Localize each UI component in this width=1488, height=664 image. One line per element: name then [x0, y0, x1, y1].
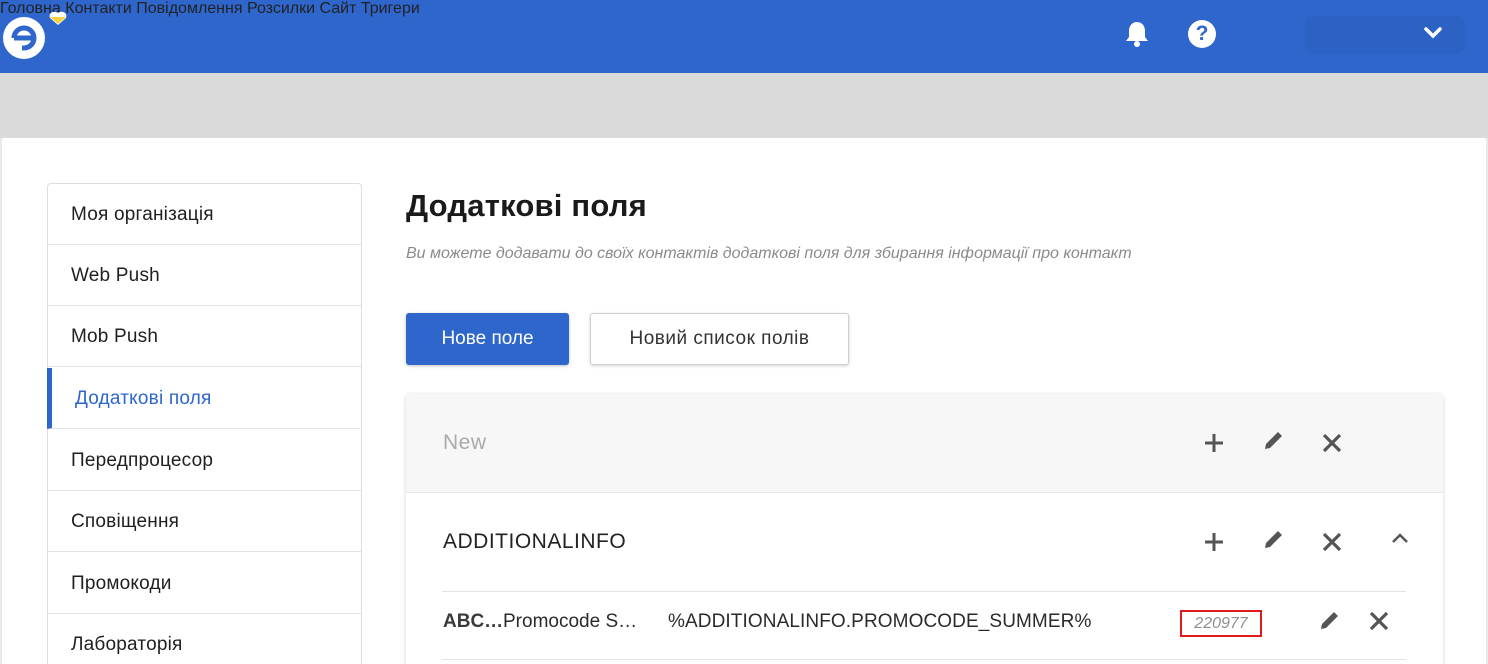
- plus-icon[interactable]: [1201, 529, 1227, 555]
- sidebar-item-promocodes[interactable]: Промокоди: [48, 553, 361, 614]
- pencil-icon[interactable]: [1260, 428, 1286, 454]
- plus-icon[interactable]: [1201, 430, 1227, 456]
- close-icon[interactable]: [1319, 430, 1345, 456]
- chevron-up-icon[interactable]: [1387, 525, 1413, 551]
- page-title: Додаткові поля: [406, 188, 647, 223]
- sidebar-item-notifications[interactable]: Сповіщення: [48, 491, 361, 552]
- field-variable[interactable]: %ADDITIONALINFO.PROMOCODE_SUMMER%: [668, 611, 1091, 633]
- sidebar-item-laboratory[interactable]: Лабораторія: [48, 614, 361, 664]
- field-lists-card: New ADDITIONALINFO ABC… Promocode S… %AD…: [406, 394, 1443, 664]
- help-icon[interactable]: ?: [1188, 20, 1216, 48]
- nav-messages[interactable]: Повідомлення: [136, 0, 242, 17]
- close-icon[interactable]: [1319, 529, 1345, 555]
- top-navbar: Головна Контакти Повідомлення Розсилки С…: [0, 0, 1488, 73]
- field-list-name: New: [443, 431, 487, 454]
- header-band: [0, 73, 1488, 138]
- esputnik-logo-icon[interactable]: [0, 10, 75, 62]
- chevron-down-icon[interactable]: [1423, 26, 1443, 40]
- sidebar-item-mob-push[interactable]: Mob Push: [48, 306, 361, 367]
- bell-icon[interactable]: [1124, 20, 1150, 48]
- field-list-name: ADDITIONALINFO: [443, 530, 627, 553]
- close-icon[interactable]: [1366, 608, 1392, 634]
- new-field-list-button[interactable]: Новий список полів: [590, 313, 849, 365]
- pencil-icon[interactable]: [1316, 608, 1342, 634]
- new-field-button[interactable]: Нове поле: [406, 313, 569, 365]
- sidebar-item-additional-fields[interactable]: Додаткові поля: [47, 368, 360, 429]
- field-list-row: [406, 394, 1443, 493]
- page-subtitle: Ви можете додавати до своїх контактів до…: [406, 245, 1132, 262]
- row-divider: [442, 659, 1406, 660]
- field-id: 220977: [1180, 610, 1262, 637]
- nav-contacts[interactable]: Контакти: [65, 0, 132, 17]
- row-divider: [442, 591, 1406, 592]
- sidebar-item-my-organization[interactable]: Моя організація: [48, 184, 361, 245]
- settings-sidebar: Моя організація Web Push Mob Push Додатк…: [47, 183, 362, 664]
- nav-site[interactable]: Сайт: [319, 0, 356, 17]
- field-name: Promocode S…: [503, 611, 638, 632]
- nav-triggers[interactable]: Тригери: [361, 0, 420, 17]
- pencil-icon[interactable]: [1260, 527, 1286, 553]
- nav-campaigns[interactable]: Розсилки: [247, 0, 315, 17]
- field-type-label: ABC…: [443, 611, 504, 632]
- sidebar-item-preprocessor[interactable]: Передпроцесор: [48, 430, 361, 491]
- sidebar-item-web-push[interactable]: Web Push: [48, 245, 361, 306]
